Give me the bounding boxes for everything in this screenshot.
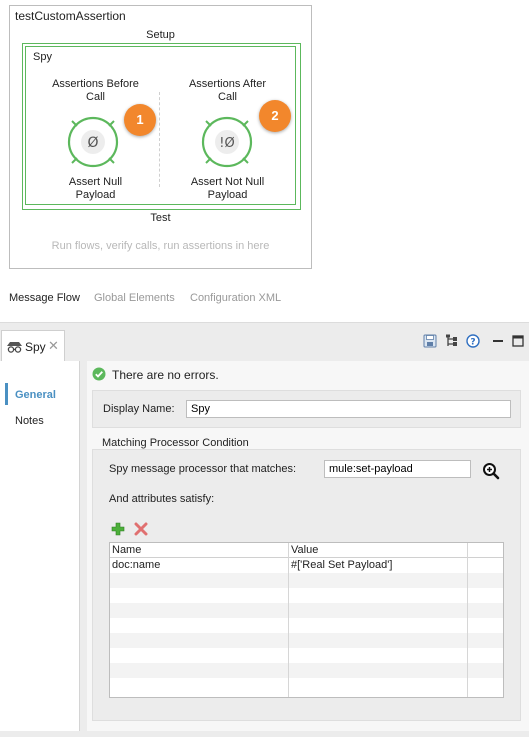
close-icon[interactable]: ✕ [48,338,59,354]
column-divider [467,543,468,697]
column-header-value[interactable]: Value [289,543,469,558]
table-cell-value[interactable]: #['Real Set Payload'] [289,558,392,573]
nav-item-general[interactable]: General [15,389,56,401]
column-divider [159,92,160,187]
column-header-name[interactable]: Name [110,543,290,558]
attributes-table[interactable]: Name Value doc:name #['Real Set Payload'… [109,542,504,698]
column-divider [288,543,289,697]
display-name-group: Display Name: [92,390,521,428]
processor-title-before: Assertions Before Call [52,78,139,103]
spy-properties-tab[interactable]: Spy ✕ [1,330,65,362]
run-hint: Run flows, verify calls, run assertions … [51,240,270,252]
assert-null-payload-processor[interactable]: Ø [64,113,122,174]
spy-icon [7,342,22,353]
test-label: Test [150,212,171,224]
flow-title: testCustomAssertion [15,9,126,23]
status-message: There are no errors. [112,368,219,382]
svg-text:Ø: Ø [87,135,98,151]
panel-tab-label: Spy [25,340,46,354]
panel-header: Spy ✕ ? [0,323,529,362]
step-badge-2: 2 [259,100,291,132]
table-row-empty [110,603,503,618]
add-icon[interactable] [111,522,125,536]
svg-text:!Ø: !Ø [219,136,234,151]
table-cell-name[interactable]: doc:name [110,558,160,573]
condition-group: Spy message processor that matches: And … [92,449,521,721]
scroll-gutter [80,361,87,731]
properties-nav: General Notes [0,361,80,731]
attributes-label: And attributes satisfy: [109,493,215,505]
delete-icon[interactable] [134,522,148,536]
display-name-field[interactable] [186,400,511,418]
table-row-empty [110,633,503,648]
processor-label-assert-null: Assert Null Payload [68,176,123,201]
condition-title: Matching Processor Condition [102,437,249,449]
table-row-empty [110,648,503,663]
assert-null-icon: Ø [67,116,119,168]
flow-canvas: testCustomAssertion Setup Spy Assertions… [9,5,312,269]
column-header-spacer [468,543,503,558]
table-row-empty [110,588,503,603]
spy-scope-label: Spy [33,51,52,63]
maximize-icon[interactable] [511,334,525,348]
table-row-empty [110,678,503,693]
svg-text:?: ? [470,338,475,348]
bottom-bar [0,731,529,737]
table-row-empty [110,663,503,678]
nav-active-indicator [5,383,8,405]
assert-not-null-payload-processor[interactable]: !Ø [198,113,256,174]
processor-label-assert-not-null: Assert Not Null Payload [190,176,265,201]
assert-not-null-icon: !Ø [201,116,253,168]
nav-item-notes[interactable]: Notes [15,415,44,427]
spy-scope-inner: Spy Assertions Before Call Ø 1 Assert Nu… [25,46,296,205]
table-row-empty [110,618,503,633]
tab-configuration-xml[interactable]: Configuration XML [190,292,281,304]
zoom-in-icon[interactable] [482,462,500,480]
help-icon[interactable]: ? [466,334,480,348]
tab-global-elements[interactable]: Global Elements [94,292,175,304]
step-badge-1: 1 [124,104,156,136]
check-icon [92,367,106,381]
display-name-label: Display Name: [103,403,175,415]
minimize-icon[interactable] [491,334,505,348]
tab-message-flow[interactable]: Message Flow [9,292,80,304]
spy-scope[interactable]: Spy Assertions Before Call Ø 1 Assert Nu… [22,43,301,210]
matches-label: Spy message processor that matches: [109,463,297,475]
matches-field[interactable] [324,460,471,478]
setup-label: Setup [146,29,175,41]
tree-icon[interactable] [445,334,459,348]
save-icon[interactable] [423,334,437,348]
table-row-empty [110,573,503,588]
properties-content: There are no errors. Display Name: Match… [87,361,529,731]
table-row[interactable]: doc:name #['Real Set Payload'] [110,558,503,573]
